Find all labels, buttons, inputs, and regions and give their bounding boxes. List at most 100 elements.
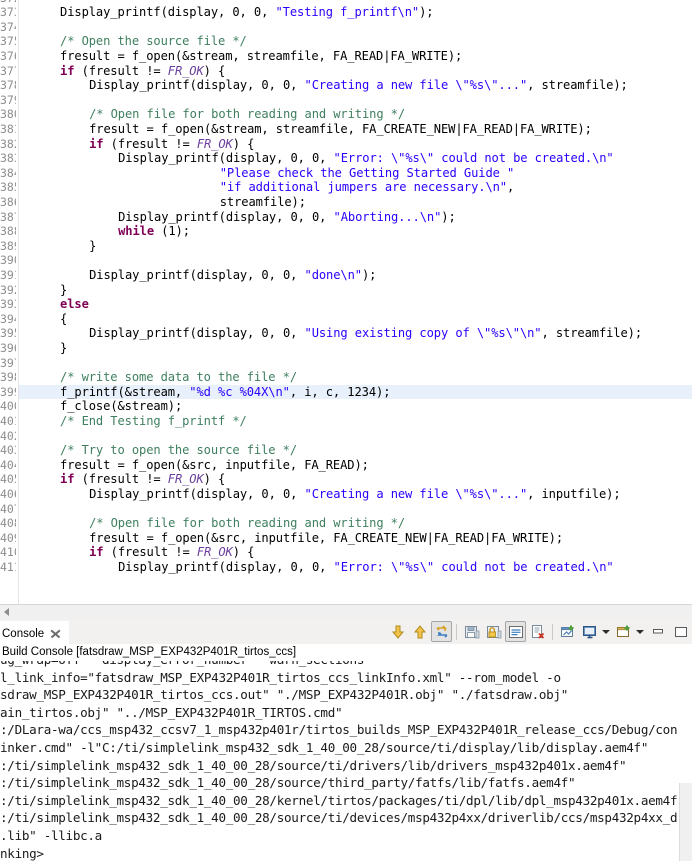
code-token: f_close <box>60 399 111 414</box>
code-line[interactable]: "if additional jumpers are necessary.\n"… <box>220 180 515 195</box>
line-number: 396 <box>0 340 16 355</box>
scroll-up-icon[interactable] <box>409 621 430 642</box>
editor-hscroll-thumb[interactable] <box>14 606 492 618</box>
code-line[interactable]: Display_printf(display, 0, 0, "Aborting.… <box>118 210 456 225</box>
line-number: 398 <box>0 370 16 385</box>
scroll-down-icon[interactable] <box>387 621 408 642</box>
console-toolbar <box>387 619 692 644</box>
code-line[interactable]: fresult = f_open(&src, inputfile, FA_REA… <box>60 458 369 473</box>
code-token: ) { <box>232 545 255 560</box>
code-line[interactable]: if (fresult != FR_OK) { <box>60 472 225 487</box>
tab-console[interactable]: Console <box>0 619 70 646</box>
code-line[interactable]: Display_printf(display, 0, 0, "Error: \"… <box>118 560 614 575</box>
console-output-line: :/DLara-wa/ccs_msp432_ccsv7_1_msp432p401… <box>0 722 679 738</box>
code-line[interactable]: /* Open file for both reading and writin… <box>89 107 405 122</box>
line-number: 374 <box>0 19 16 34</box>
code-line[interactable]: "Please check the Getting Started Guide … <box>219 165 515 181</box>
code-editor[interactable]: 3723733743753763773783793803813823833843… <box>0 0 692 604</box>
code-line[interactable]: if (fresult != FR_OK) { <box>89 137 254 152</box>
line-number: 388 <box>0 224 16 239</box>
line-number: 389 <box>0 238 16 253</box>
open-console-icon[interactable] <box>613 621 634 642</box>
line-number: 379 <box>0 92 16 107</box>
code-text-area[interactable]: Display_printf(display, 0, 0, "Testing f… <box>19 0 692 604</box>
console-vertical-scrollbar[interactable] <box>678 661 692 861</box>
code-line[interactable]: fresult = f_open(&stream, streamfile, FA… <box>89 122 592 137</box>
display-console-dropdown-icon[interactable] <box>601 621 612 642</box>
code-line[interactable]: else <box>60 297 89 312</box>
code-line[interactable]: } <box>60 283 67 298</box>
code-token: (&src, inputfile, FA_CREATE_NEW|FA_READ|… <box>203 530 564 545</box>
console-output-line: ain_tirtos.obj" "../MSP_EXP432P401R_TIRT… <box>0 704 343 720</box>
code-line[interactable]: /* Open file for both reading and writin… <box>89 516 405 531</box>
line-number: 404 <box>0 457 16 472</box>
code-token: f_open <box>131 457 175 472</box>
line-number: 387 <box>0 209 16 224</box>
code-line[interactable]: Display_printf(display, 0, 0, "Error: \"… <box>118 151 614 166</box>
code-line[interactable]: { <box>60 312 67 327</box>
line-number: 385 <box>0 180 16 195</box>
code-token: (&stream); <box>110 399 183 414</box>
code-token: "Please check the Getting Started Guide … <box>219 165 515 180</box>
code-token: if <box>89 545 104 560</box>
code-line[interactable]: Display_printf(display, 0, 0, "Creating … <box>89 486 621 502</box>
code-token: (1); <box>154 224 190 239</box>
code-line[interactable]: Display_printf(display, 0, 0, "Creating … <box>89 78 628 93</box>
scroll-left-arrow-icon[interactable] <box>4 608 9 616</box>
code-line[interactable]: streamfile); <box>220 195 306 210</box>
code-line[interactable]: Display_printf(display, 0, 0, "Using exi… <box>89 326 642 341</box>
save-console-icon[interactable] <box>461 621 482 642</box>
code-token: ) { <box>203 63 226 78</box>
console-vscroll-thumb[interactable] <box>679 783 692 861</box>
maximize-icon[interactable] <box>669 621 690 642</box>
code-line[interactable]: /* End Testing f_printf */ <box>60 414 247 429</box>
console-output[interactable]: ug_wrap=off --display_error_number --war… <box>0 661 679 861</box>
line-number: 381 <box>0 121 16 136</box>
code-line[interactable]: /* write some data to the file */ <box>60 370 297 385</box>
console-output-line: ug_wrap=off --display_error_number --war… <box>0 661 364 669</box>
open-console-dropdown-icon[interactable] <box>635 621 646 642</box>
close-icon[interactable] <box>50 628 61 639</box>
line-number-gutter: 3723733743753763773783793803813823833843… <box>0 0 19 604</box>
code-line[interactable]: fresult = f_open(&src, inputfile, FA_CRE… <box>89 531 563 546</box>
code-line[interactable]: if (fresult != FR_OK) { <box>60 64 225 79</box>
pin-console-icon[interactable] <box>557 621 578 642</box>
code-line[interactable]: if (fresult != FR_OK) { <box>89 545 254 560</box>
line-number: 401 <box>0 413 16 428</box>
show-console-icon[interactable] <box>505 621 526 642</box>
minimize-icon[interactable] <box>647 621 668 642</box>
code-line[interactable]: f_close(&stream); <box>60 399 182 414</box>
line-number: 373 <box>0 5 16 20</box>
console-output-line: .lib" -llibc.a <box>0 828 102 843</box>
console-output-line: nking> <box>0 845 44 861</box>
code-token: "done\n" <box>304 267 363 282</box>
display-console-icon[interactable] <box>579 621 600 642</box>
code-token: f_open <box>160 530 204 545</box>
console-view: Console Build Console [fatsdraw_MSP_EXP4… <box>0 619 692 861</box>
code-line[interactable]: Display_printf(display, 0, 0, "Testing f… <box>60 5 434 20</box>
console-title: Build Console [fatsdraw_MSP_EXP432P401R_… <box>2 646 297 658</box>
toggle-wrap-icon[interactable] <box>431 621 452 642</box>
code-line[interactable]: Display_printf(display, 0, 0, "done\n"); <box>89 268 376 283</box>
code-token: (fresult != <box>74 472 168 487</box>
editor-horizontal-scrollbar[interactable] <box>0 604 692 619</box>
code-token: , streamfile); <box>527 78 628 93</box>
code-line[interactable]: } <box>60 341 67 356</box>
code-line[interactable]: while (1); <box>118 224 190 239</box>
lock-console-icon[interactable] <box>483 621 504 642</box>
code-token: "Creating a new file \"%s\"..." <box>304 486 528 501</box>
code-token: FR_OK <box>196 136 233 151</box>
line-number: 376 <box>0 48 16 63</box>
code-token: ) { <box>203 472 226 487</box>
code-line[interactable]: /* Try to open the source file */ <box>60 443 297 458</box>
code-line[interactable]: f_printf(&stream, "%d %c %04X\n", i, c, … <box>60 385 390 400</box>
code-token: } <box>60 282 68 297</box>
code-token: Display_printf(display, 0, 0, <box>89 267 305 282</box>
console-title-row: Build Console [fatsdraw_MSP_EXP432P401R_… <box>0 644 692 662</box>
clear-console-icon[interactable] <box>527 621 548 642</box>
code-token: "%d %c %04X\n" <box>189 384 290 399</box>
code-line[interactable]: } <box>89 239 96 254</box>
code-line[interactable]: fresult = f_open(&stream, streamfile, FA… <box>60 49 462 64</box>
code-line[interactable]: /* Open the source file */ <box>60 34 247 49</box>
code-token: ); <box>441 209 456 224</box>
